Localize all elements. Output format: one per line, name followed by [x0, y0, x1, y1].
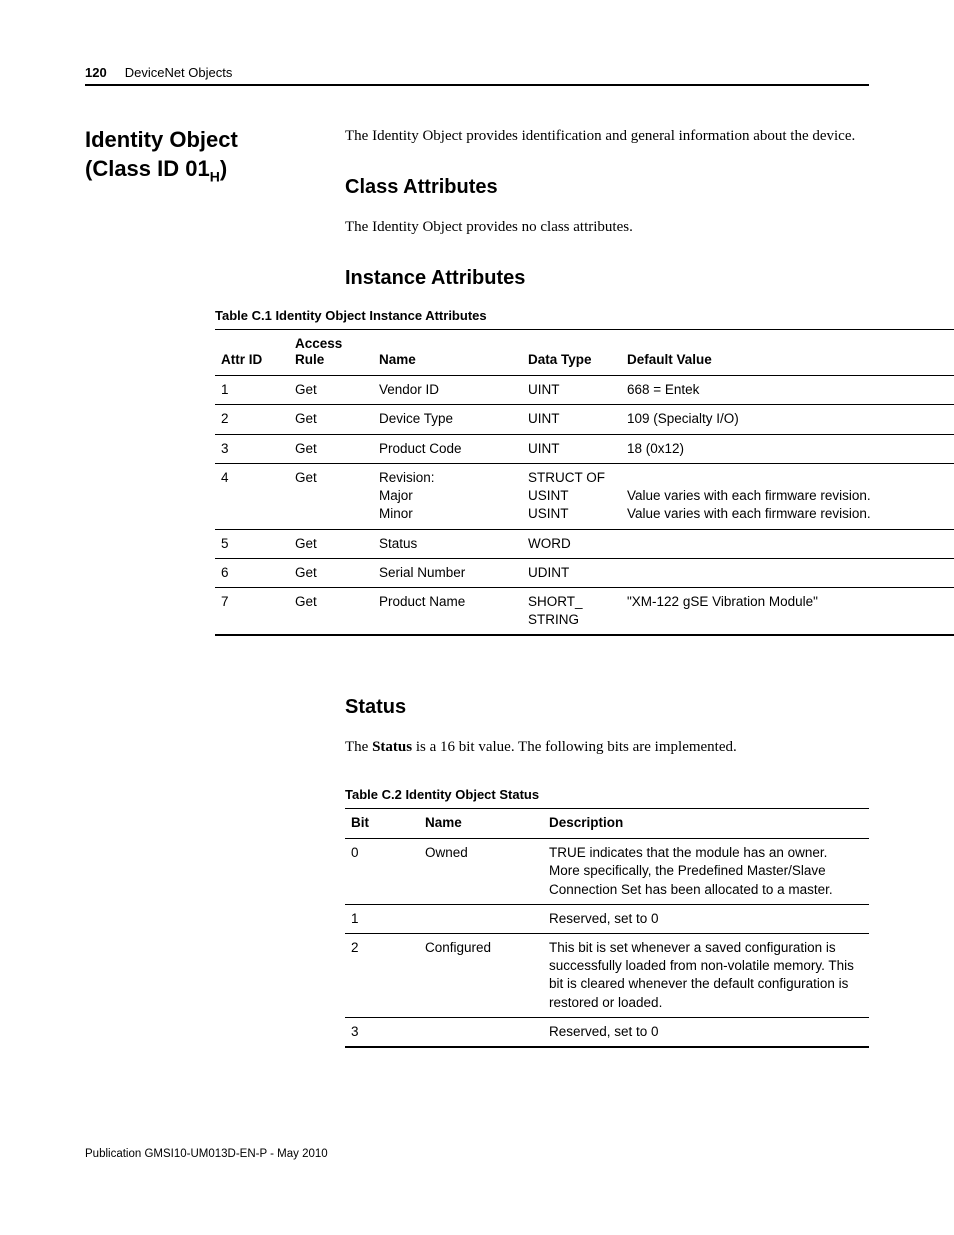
table-row: 1 Reserved, set to 0: [345, 904, 869, 933]
table-cell: UINT: [522, 376, 621, 405]
section-title-line2-pre: (Class ID 01: [85, 156, 210, 181]
page-number: 120: [85, 65, 107, 80]
status-text-post: is a 16 bit value. The following bits ar…: [412, 739, 737, 755]
table1-head-1: Attr ID: [215, 329, 289, 376]
table-cell: 3: [345, 1017, 419, 1047]
table-cell: TRUE indicates that the module has an ow…: [543, 839, 869, 905]
table-cell: 3: [215, 434, 289, 463]
table-cell: This bit is set whenever a saved configu…: [543, 933, 869, 1017]
table2-head-3: Description: [543, 809, 869, 839]
page-header: 120 DeviceNet Objects: [85, 65, 869, 86]
status-text-pre: The: [345, 739, 372, 755]
table2-head-2: Name: [419, 809, 543, 839]
table-cell: 668 = Entek: [621, 376, 954, 405]
table-cell: Get: [289, 529, 373, 558]
table-cell: UDINT: [522, 558, 621, 587]
table-cell: Revision: Major Minor: [373, 463, 522, 529]
table1-head-5: Default Value: [621, 329, 954, 376]
table-row: 3GetProduct CodeUINT18 (0x12): [215, 434, 954, 463]
table-cell: Serial Number: [373, 558, 522, 587]
table-row: 5GetStatusWORD: [215, 529, 954, 558]
table-cell: [621, 558, 954, 587]
section-title-line2-post: ): [220, 156, 227, 181]
table-row: 0OwnedTRUE indicates that the module has…: [345, 839, 869, 905]
table-cell: Get: [289, 376, 373, 405]
section-title-line1: Identity Object: [85, 127, 238, 152]
table-cell: [419, 1017, 543, 1047]
table-cell: 1: [215, 376, 289, 405]
table-cell: Status: [373, 529, 522, 558]
table-cell: 0: [345, 839, 419, 905]
table2-head-1: Bit: [345, 809, 419, 839]
table-row: 2GetDevice TypeUINT109 (Specialty I/O): [215, 405, 954, 434]
table-cell: Product Name: [373, 588, 522, 636]
section-intro: The Identity Object provides identificat…: [345, 126, 869, 148]
table-cell: STRUCT OF USINT USINT: [522, 463, 621, 529]
table-row: 2ConfiguredThis bit is set whenever a sa…: [345, 933, 869, 1017]
table-cell: Owned: [419, 839, 543, 905]
table-cell: Value varies with each firmware revision…: [621, 463, 954, 529]
table-cell: WORD: [522, 529, 621, 558]
table-cell: 109 (Specialty I/O): [621, 405, 954, 434]
table-cell: Get: [289, 588, 373, 636]
table-row: 3 Reserved, set to 0: [345, 1017, 869, 1047]
table-cell: Vendor ID: [373, 376, 522, 405]
table-cell: Configured: [419, 933, 543, 1017]
table-cell: [419, 904, 543, 933]
status-table: Bit Name Description 0OwnedTRUE indicate…: [345, 808, 869, 1048]
status-text: The Status is a 16 bit value. The follow…: [345, 737, 869, 759]
table-cell: [621, 529, 954, 558]
table2-caption: Table C.2 Identity Object Status: [345, 787, 869, 802]
table-row: 7GetProduct NameSHORT_ STRING"XM-122 gSE…: [215, 588, 954, 636]
table-cell: 2: [345, 933, 419, 1017]
table-cell: Product Code: [373, 434, 522, 463]
table-cell: Get: [289, 434, 373, 463]
table-cell: UINT: [522, 405, 621, 434]
table-cell: 7: [215, 588, 289, 636]
class-attributes-heading: Class Attributes: [345, 176, 869, 199]
instance-attributes-table: Attr ID Access Rule Name Data Type Defau…: [215, 329, 954, 637]
table1-caption: Table C.1 Identity Object Instance Attri…: [215, 308, 954, 323]
table-cell: 6: [215, 558, 289, 587]
table-cell: 18 (0x12): [621, 434, 954, 463]
table-row: 1GetVendor IDUINT668 = Entek: [215, 376, 954, 405]
table-cell: 2: [215, 405, 289, 434]
table1-head-4: Data Type: [522, 329, 621, 376]
table-row: 4GetRevision: Major MinorSTRUCT OF USINT…: [215, 463, 954, 529]
class-attributes-text: The Identity Object provides no class at…: [345, 217, 869, 239]
footer-publication: Publication GMSI10-UM013D-EN-P - May 201…: [85, 1148, 869, 1160]
table-row: 6GetSerial NumberUDINT: [215, 558, 954, 587]
table-cell: Reserved, set to 0: [543, 904, 869, 933]
status-heading: Status: [345, 696, 869, 719]
table-cell: UINT: [522, 434, 621, 463]
table-cell: Get: [289, 558, 373, 587]
table-cell: Reserved, set to 0: [543, 1017, 869, 1047]
table1-head-2: Access Rule: [289, 329, 373, 376]
section-title: Identity Object (Class ID 01H): [85, 126, 315, 185]
table-cell: SHORT_ STRING: [522, 588, 621, 636]
table-cell: 5: [215, 529, 289, 558]
table-cell: "XM-122 gSE Vibration Module": [621, 588, 954, 636]
table-cell: 4: [215, 463, 289, 529]
table-cell: Device Type: [373, 405, 522, 434]
section-title-sub: H: [210, 168, 220, 184]
instance-attributes-heading: Instance Attributes: [345, 267, 869, 290]
status-text-bold: Status: [372, 739, 412, 755]
table-cell: 1: [345, 904, 419, 933]
chapter-title: DeviceNet Objects: [125, 65, 233, 80]
table-cell: Get: [289, 463, 373, 529]
table-cell: Get: [289, 405, 373, 434]
table1-head-3: Name: [373, 329, 522, 376]
